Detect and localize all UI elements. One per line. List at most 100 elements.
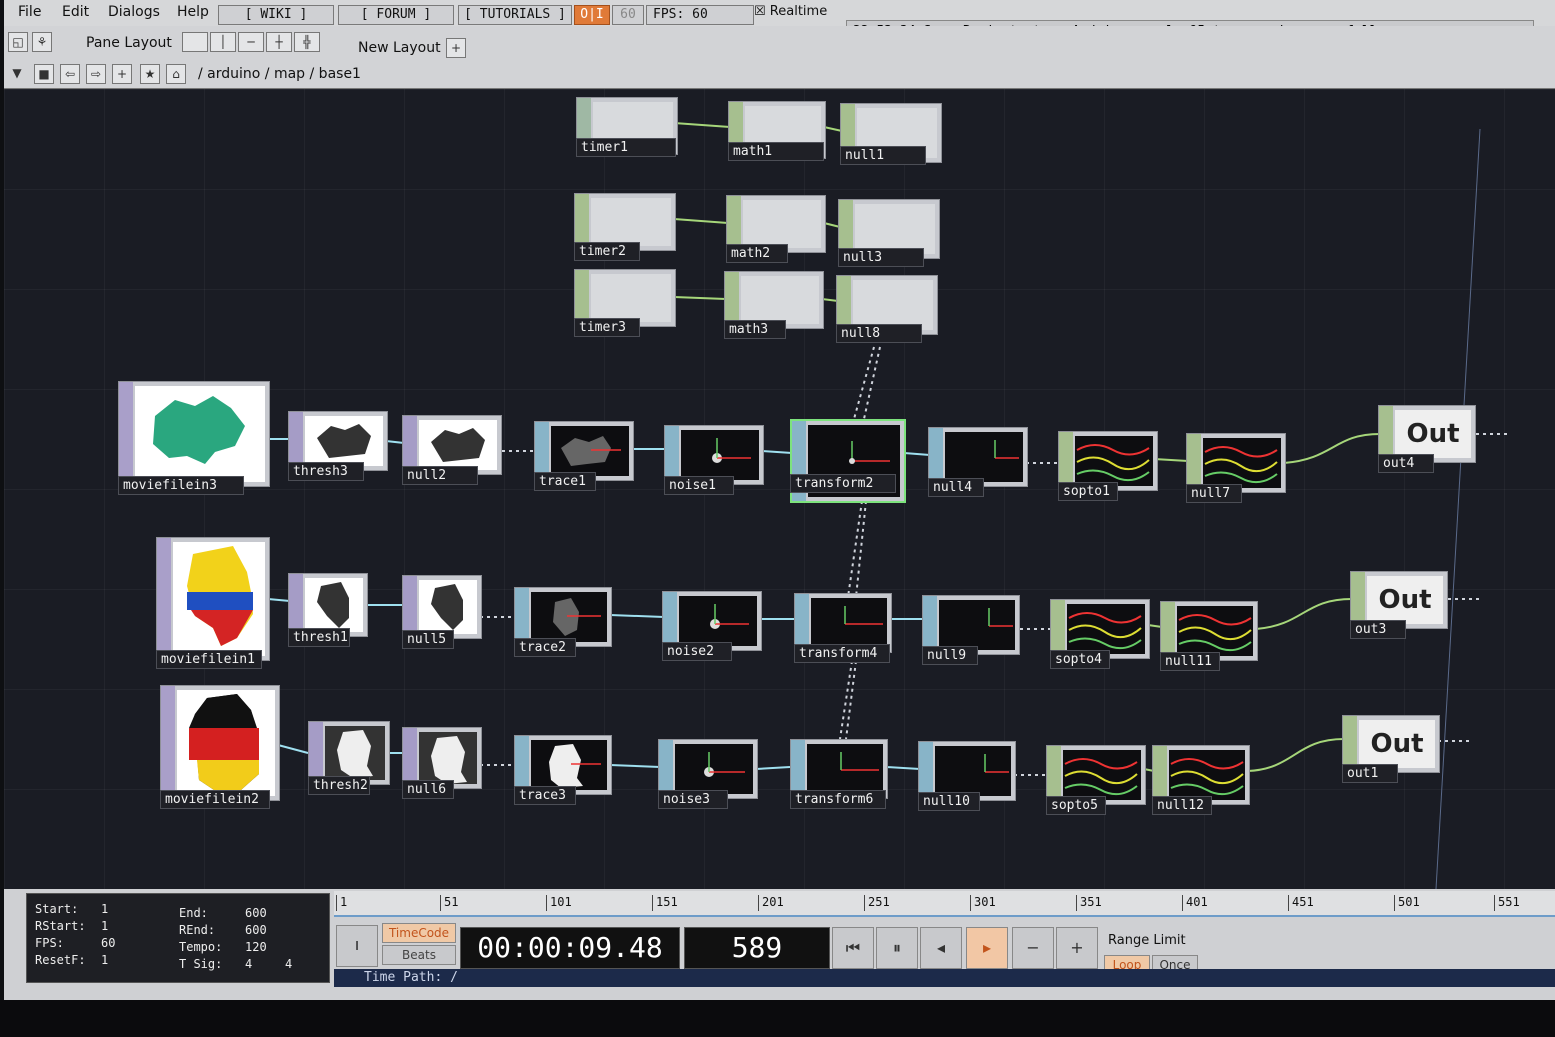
- node-moviefilein3[interactable]: moviefilein3: [118, 381, 270, 495]
- node-noise1[interactable]: noise1: [664, 425, 764, 495]
- node-null4[interactable]: null4: [928, 427, 1028, 497]
- node-null8[interactable]: null8: [836, 275, 938, 343]
- node-label: thresh3: [288, 462, 364, 481]
- pause-icon[interactable]: ⏸: [876, 927, 918, 969]
- stop-icon[interactable]: ■: [34, 64, 54, 84]
- node-label: transform4: [794, 644, 890, 663]
- fps-value[interactable]: 60: [101, 936, 115, 950]
- node-thresh1[interactable]: thresh1: [288, 573, 368, 647]
- node-out4[interactable]: Out out4: [1378, 405, 1476, 473]
- wiki-button[interactable]: [ WIKI ]: [218, 5, 334, 25]
- node-moviefilein1[interactable]: moviefilein1: [156, 537, 270, 669]
- pane-icon[interactable]: ◱: [8, 32, 28, 52]
- node-trace2[interactable]: trace2: [514, 587, 612, 657]
- node-null3[interactable]: null3: [838, 199, 940, 267]
- rend-value[interactable]: 600: [245, 923, 267, 937]
- chevron-down-icon[interactable]: ▼: [8, 64, 26, 82]
- node-out3[interactable]: Out out3: [1350, 571, 1448, 639]
- start-value[interactable]: 1: [101, 902, 108, 916]
- network-editor[interactable]: timer1 math1 null1 timer2 math2 null3 ti…: [4, 89, 1555, 889]
- tsig-denominator[interactable]: 4: [285, 957, 292, 971]
- node-transform4[interactable]: transform4: [794, 593, 892, 663]
- node-null9[interactable]: null9: [922, 595, 1020, 665]
- timeline-ruler[interactable]: 1 51 101 151 201 251 301 351 401 451 501…: [334, 891, 1555, 917]
- breadcrumb[interactable]: / arduino / map / base1: [198, 66, 361, 82]
- out-label: Out: [1359, 720, 1435, 768]
- forum-button[interactable]: [ FORUM ]: [338, 5, 454, 25]
- node-label: math1: [728, 142, 824, 161]
- node-trace1[interactable]: trace1: [534, 421, 634, 491]
- network-icon[interactable]: ⚘: [32, 32, 52, 52]
- star-icon[interactable]: ★: [140, 64, 160, 84]
- rewind-icon[interactable]: ⏮: [832, 927, 874, 969]
- node-null11[interactable]: null11: [1160, 601, 1258, 671]
- layout-quad-icon[interactable]: ╬: [294, 32, 320, 52]
- node-null6[interactable]: null6: [402, 727, 482, 799]
- node-thresh2[interactable]: thresh2: [308, 721, 390, 795]
- menu-help[interactable]: Help: [177, 4, 209, 20]
- node-transform2[interactable]: transform2: [790, 419, 906, 503]
- add-icon[interactable]: +: [112, 64, 132, 84]
- node-null2[interactable]: null2: [402, 415, 502, 485]
- node-trace3[interactable]: trace3: [514, 735, 612, 805]
- node-timer3[interactable]: timer3: [574, 269, 676, 337]
- play-icon[interactable]: ▸: [966, 927, 1008, 969]
- rstart-label: RStart:: [35, 919, 86, 933]
- layout-triple-icon[interactable]: ┼: [266, 32, 292, 52]
- add-layout-icon[interactable]: +: [446, 38, 466, 58]
- node-sopto5[interactable]: sopto5: [1046, 745, 1146, 815]
- layout-single-icon[interactable]: [182, 32, 208, 52]
- realtime-label: Realtime: [769, 4, 828, 19]
- layout-split-v-icon[interactable]: │: [210, 32, 236, 52]
- beats-button[interactable]: Beats: [382, 945, 456, 965]
- node-math2[interactable]: math2: [726, 195, 826, 263]
- step-back-icon[interactable]: ◂: [920, 927, 962, 969]
- node-null5[interactable]: null5: [402, 575, 482, 649]
- back-arrow-icon[interactable]: ⇦: [60, 64, 80, 84]
- menu-edit[interactable]: Edit: [62, 4, 89, 20]
- node-math3[interactable]: math3: [724, 271, 824, 339]
- tsig-label: T Sig:: [179, 957, 223, 971]
- node-label: null10: [918, 792, 980, 811]
- node-math1[interactable]: math1: [728, 101, 826, 161]
- node-null1[interactable]: null1: [840, 103, 942, 165]
- menu-file[interactable]: File: [18, 4, 41, 20]
- end-value[interactable]: 600: [245, 906, 267, 920]
- cursor-icon[interactable]: I: [336, 925, 378, 967]
- path-bar: ▼ ■ ⇦ ⇨ + ★ ⌂ / arduino / map / base1: [4, 62, 1555, 89]
- timeline-panel: Start: 1 RStart: 1 FPS: 60 ResetF: 1 End…: [4, 889, 1555, 1000]
- node-out1[interactable]: Out out1: [1342, 715, 1440, 783]
- node-moviefilein2[interactable]: moviefilein2: [160, 685, 280, 809]
- frame-display[interactable]: 589: [684, 927, 830, 969]
- time-display[interactable]: 00:00:09.48: [460, 927, 680, 969]
- node-label: timer1: [576, 138, 676, 157]
- menu-dialogs[interactable]: Dialogs: [108, 4, 160, 20]
- tempo-value[interactable]: 120: [245, 940, 267, 954]
- node-thresh3[interactable]: thresh3: [288, 411, 388, 481]
- node-label: moviefilein3: [118, 476, 244, 495]
- resetf-value[interactable]: 1: [101, 953, 108, 967]
- node-noise2[interactable]: noise2: [662, 591, 762, 661]
- node-noise3[interactable]: noise3: [658, 739, 758, 809]
- node-sopto1[interactable]: sopto1: [1058, 431, 1158, 501]
- node-sopto4[interactable]: sopto4: [1050, 599, 1150, 669]
- node-null7[interactable]: null7: [1186, 433, 1286, 503]
- realtime-checkbox[interactable]: ☒ Realtime: [754, 4, 827, 19]
- fps-toggle-button[interactable]: 60: [612, 5, 644, 25]
- power-toggle-button[interactable]: O|I: [574, 5, 610, 25]
- node-null10[interactable]: null10: [918, 741, 1016, 811]
- home-icon[interactable]: ⌂: [166, 64, 186, 84]
- node-transform6[interactable]: transform6: [790, 739, 888, 809]
- node-null12[interactable]: null12: [1152, 745, 1250, 815]
- minus-icon[interactable]: −: [1012, 927, 1054, 969]
- layout-split-h-icon[interactable]: ─: [238, 32, 264, 52]
- plus-icon[interactable]: +: [1056, 927, 1098, 969]
- node-label: null1: [840, 146, 926, 165]
- forward-arrow-icon[interactable]: ⇨: [86, 64, 106, 84]
- timecode-button[interactable]: TimeCode: [382, 923, 456, 943]
- rstart-value[interactable]: 1: [101, 919, 108, 933]
- node-timer1[interactable]: timer1: [576, 97, 678, 157]
- tsig-numerator[interactable]: 4: [245, 957, 252, 971]
- node-timer2[interactable]: timer2: [574, 193, 676, 261]
- tutorials-button[interactable]: [ TUTORIALS ]: [458, 5, 572, 25]
